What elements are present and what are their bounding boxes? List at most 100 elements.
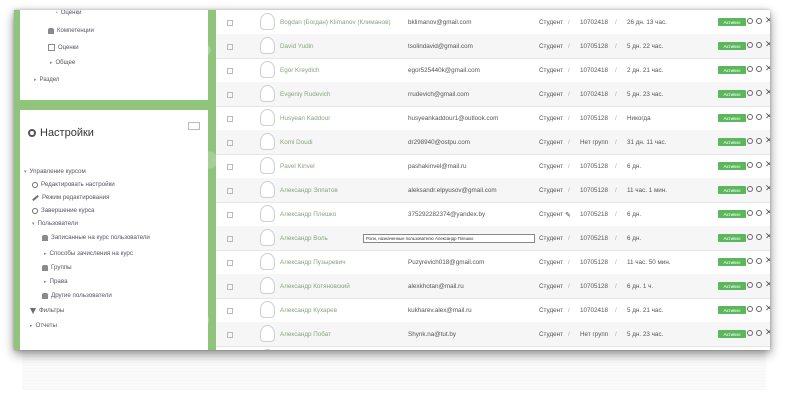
info-icon[interactable] [747, 138, 753, 144]
select-checkbox[interactable] [227, 140, 233, 146]
user-name-link[interactable]: Александр Воль [280, 235, 328, 242]
edit-groups-icon[interactable]: / [615, 115, 617, 122]
user-name-link[interactable]: Александр Плешко [280, 211, 336, 218]
gear-icon[interactable] [756, 282, 762, 288]
info-icon[interactable] [747, 330, 753, 336]
gear-icon[interactable] [756, 234, 762, 240]
gear-icon[interactable] [756, 18, 762, 24]
edit-roles-icon[interactable]: / [568, 331, 570, 338]
select-checkbox[interactable] [227, 92, 233, 98]
info-icon[interactable] [747, 234, 753, 240]
gear-icon[interactable] [756, 42, 762, 48]
edit-groups-icon[interactable]: / [615, 259, 617, 266]
avatar[interactable] [260, 85, 275, 102]
gear-icon[interactable] [756, 330, 762, 336]
user-name-link[interactable]: Bogdan (Богдан) Klimanov (Климанов) [280, 19, 391, 26]
edit-roles-pencil-icon[interactable]: ✎ [565, 211, 571, 219]
avatar[interactable] [260, 109, 275, 126]
settings-reports[interactable]: ▸ Отчеты [30, 322, 57, 329]
settings-permissions[interactable]: ▸ Права [44, 278, 68, 285]
gear-icon[interactable] [756, 162, 762, 168]
edit-groups-icon[interactable]: / [615, 67, 617, 74]
edit-groups-icon[interactable]: / [615, 91, 617, 98]
info-icon[interactable] [747, 114, 753, 120]
user-name-link[interactable]: Александр Котяновский [280, 283, 350, 290]
settings-enrolment-methods[interactable]: ▸ Способы зачисления на курс [44, 250, 133, 257]
info-icon[interactable] [747, 186, 753, 192]
gear-icon[interactable] [756, 66, 762, 72]
gear-icon[interactable] [756, 114, 762, 120]
nav-item-grades-top[interactable]: • Оценки [56, 10, 81, 16]
edit-groups-icon[interactable]: / [615, 187, 617, 194]
settings-users[interactable]: ▾ Пользователи [32, 220, 78, 227]
user-name-link[interactable]: Evgeniy Rudevich [280, 91, 330, 98]
edit-groups-icon[interactable]: / [615, 307, 617, 314]
select-checkbox[interactable] [227, 20, 233, 26]
select-checkbox[interactable] [227, 188, 233, 194]
edit-roles-icon[interactable]: / [568, 307, 570, 314]
avatar[interactable] [260, 13, 275, 30]
avatar[interactable] [260, 277, 275, 294]
select-checkbox[interactable] [227, 260, 233, 266]
edit-groups-icon[interactable]: / [615, 139, 617, 146]
user-name-link[interactable]: Komi Doudi [280, 139, 313, 146]
user-name-link[interactable]: Александр Побат [280, 331, 331, 338]
info-icon[interactable] [747, 18, 753, 24]
settings-filters[interactable]: Фильтры [30, 307, 64, 314]
settings-enrolled-users[interactable]: Записанные на курс пользователи [42, 234, 150, 241]
edit-roles-icon[interactable]: / [568, 19, 570, 26]
settings-course-admin[interactable]: ▾ Управление курсом [24, 168, 86, 175]
close-icon[interactable]: ✕ [765, 112, 770, 121]
gear-icon[interactable] [756, 258, 762, 264]
select-checkbox[interactable] [227, 332, 233, 338]
info-icon[interactable] [747, 66, 753, 72]
close-icon[interactable]: ✕ [765, 16, 770, 25]
nav-item-section[interactable]: ▸ Раздел [34, 77, 59, 83]
settings-edit-settings[interactable]: Редактировать настройки [32, 181, 115, 188]
edit-groups-icon[interactable]: / [615, 331, 617, 338]
edit-roles-icon[interactable]: / [568, 283, 570, 290]
edit-groups-icon[interactable]: / [615, 19, 617, 26]
edit-roles-icon[interactable]: / [568, 67, 570, 74]
edit-roles-icon[interactable]: / [568, 187, 570, 194]
user-name-link[interactable]: Egor Kreydich [280, 67, 320, 74]
select-checkbox[interactable] [227, 68, 233, 74]
user-name-link[interactable]: Александр Пузыревич [280, 259, 346, 266]
select-checkbox[interactable] [227, 308, 233, 314]
avatar[interactable] [260, 37, 275, 54]
select-checkbox[interactable] [227, 116, 233, 122]
user-name-link[interactable]: Александр Кухарев [280, 307, 337, 314]
select-checkbox[interactable] [227, 44, 233, 50]
select-checkbox[interactable] [227, 212, 233, 218]
close-icon[interactable]: ✕ [765, 208, 770, 217]
edit-roles-icon[interactable]: / [568, 43, 570, 50]
select-checkbox[interactable] [227, 284, 233, 290]
edit-roles-icon[interactable]: / [568, 115, 570, 122]
edit-roles-icon[interactable]: / [568, 91, 570, 98]
close-icon[interactable]: ✕ [765, 88, 770, 97]
settings-edit-mode[interactable]: Режим редактирования [32, 194, 109, 201]
gear-icon[interactable] [756, 90, 762, 96]
avatar[interactable] [260, 181, 275, 198]
info-icon[interactable] [747, 258, 753, 264]
avatar[interactable] [260, 61, 275, 78]
avatar[interactable] [260, 229, 275, 246]
close-icon[interactable]: ✕ [765, 256, 770, 265]
edit-groups-icon[interactable]: / [615, 163, 617, 170]
avatar[interactable] [260, 325, 275, 342]
edit-groups-icon[interactable]: / [615, 211, 617, 218]
close-icon[interactable]: ✕ [765, 280, 770, 289]
dock-block-icon[interactable] [188, 122, 200, 130]
close-icon[interactable]: ✕ [765, 136, 770, 145]
avatar[interactable] [260, 133, 275, 150]
close-icon[interactable]: ✕ [765, 40, 770, 49]
nav-item-general[interactable]: ▸ Общее [50, 60, 75, 66]
gear-icon[interactable] [756, 138, 762, 144]
close-icon[interactable]: ✕ [765, 160, 770, 169]
nav-item-grades[interactable]: Оценки [48, 44, 79, 51]
info-icon[interactable] [747, 90, 753, 96]
user-name-link[interactable]: Pavel Kinvel [280, 163, 315, 170]
edit-groups-icon[interactable]: / [615, 43, 617, 50]
edit-roles-icon[interactable]: / [568, 259, 570, 266]
info-icon[interactable] [747, 42, 753, 48]
